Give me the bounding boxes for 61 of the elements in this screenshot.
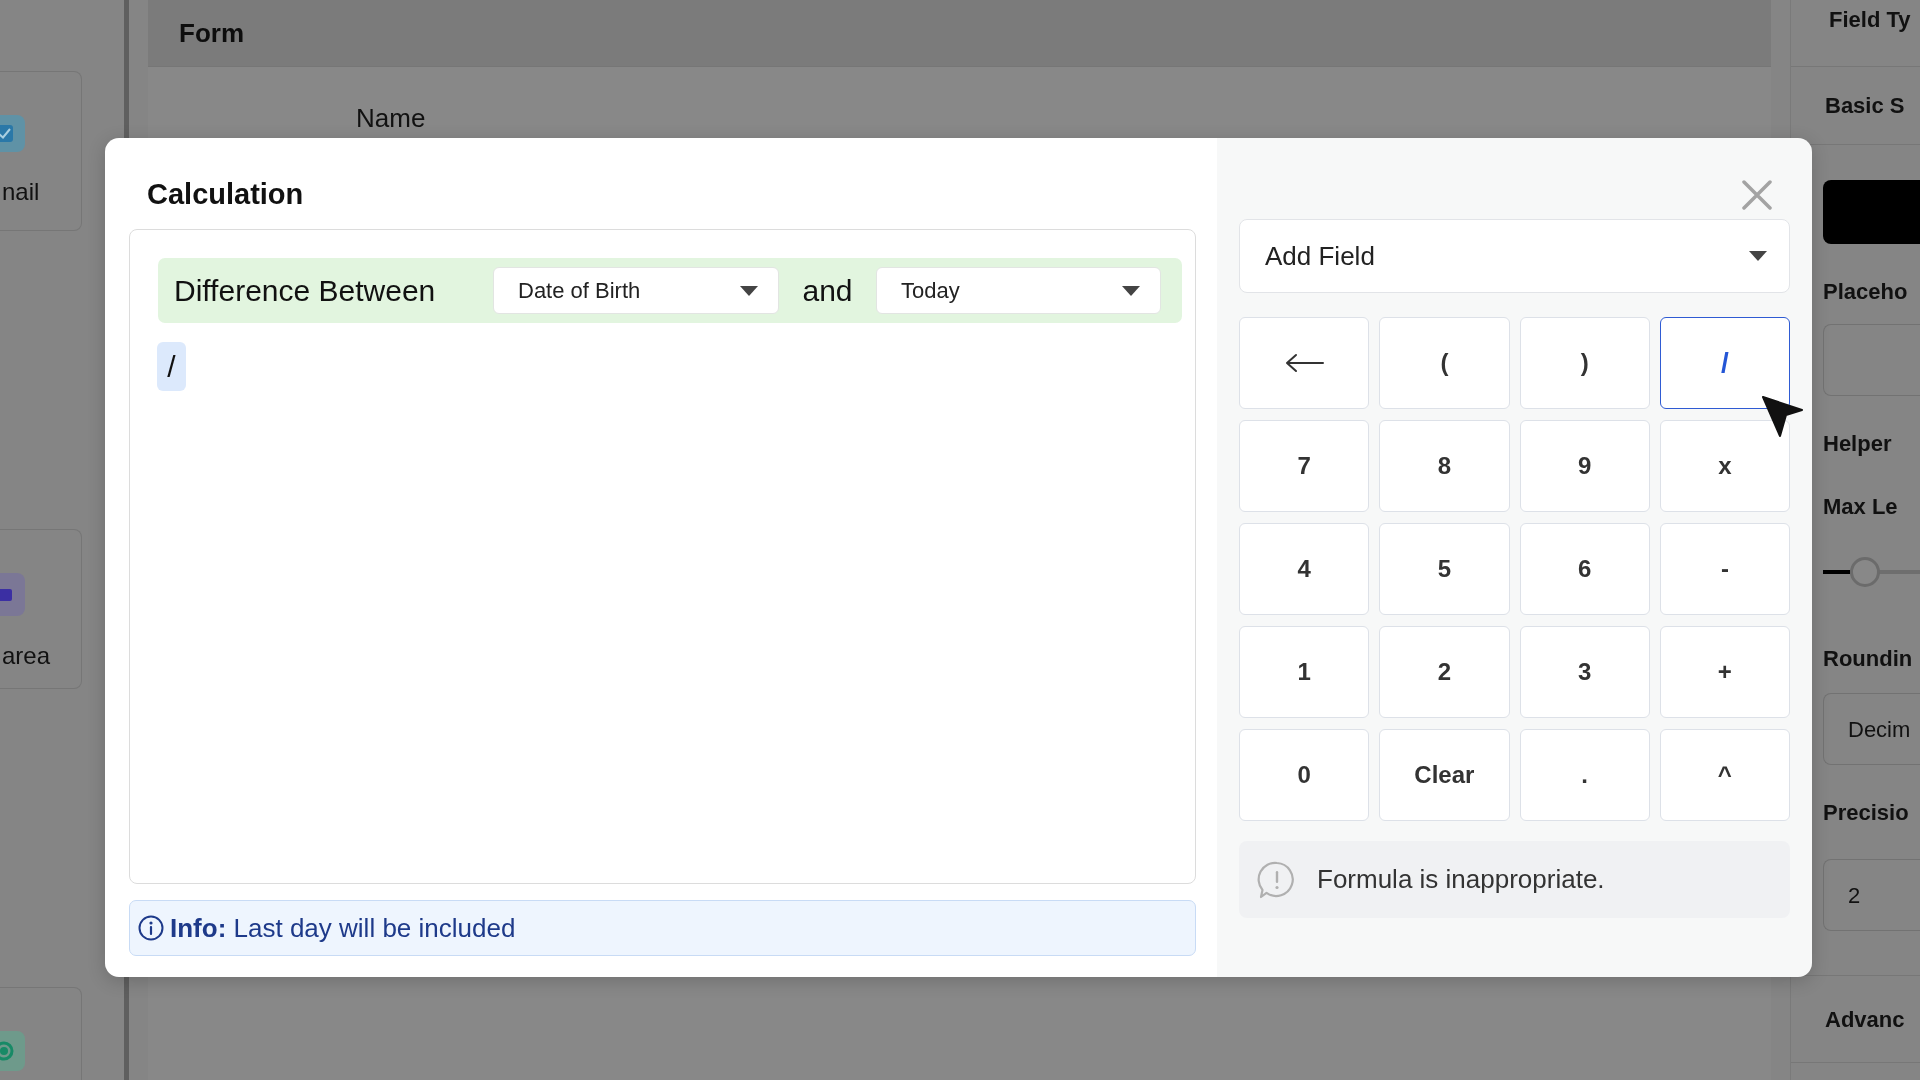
action-button[interactable]: [1823, 180, 1920, 244]
section-title: Basic S: [1825, 92, 1905, 120]
close-icon: [1742, 180, 1772, 210]
field-type-label: nail: [1, 178, 40, 206]
keypad-key[interactable]: 5: [1379, 523, 1510, 615]
backspace-key[interactable]: [1239, 317, 1370, 409]
message-text: Formula is inappropriate.: [1317, 863, 1605, 896]
checkbox-tile-icon: [0, 115, 25, 152]
function-label: Difference Between: [174, 273, 436, 309]
field-type-label: area: [1, 642, 51, 670]
keypad-key[interactable]: 8: [1379, 420, 1510, 512]
info-text: Info: Last day will be included: [170, 911, 516, 945]
close-button[interactable]: [1742, 180, 1772, 210]
keypad-key[interactable]: ^: [1659, 729, 1790, 821]
dialog-title: Calculation: [147, 177, 304, 212]
field-dropdown[interactable]: Date of Birth: [493, 267, 779, 314]
keypad-key[interactable]: .: [1519, 729, 1650, 821]
keypad-key[interactable]: ): [1519, 317, 1650, 409]
setting-label: Roundin: [1823, 645, 1914, 673]
caret-icon: [1122, 285, 1140, 296]
form-title: Form: [179, 16, 244, 50]
slider-track[interactable]: [1823, 557, 1920, 587]
select-field[interactable]: Decim: [1823, 693, 1920, 765]
joiner-label: and: [802, 273, 853, 309]
field-type-card[interactable]: nail: [0, 71, 82, 231]
panel-title: Field Ty: [1829, 6, 1912, 34]
keypad-key[interactable]: x: [1659, 420, 1790, 512]
keypad-key[interactable]: 2: [1379, 626, 1510, 718]
formula-token[interactable]: /: [157, 342, 186, 391]
setting-label: Helper: [1823, 430, 1893, 458]
left-arrow-icon: [1284, 353, 1325, 373]
setting-label: Max Le: [1823, 493, 1899, 521]
section-title: Advanc: [1825, 1005, 1905, 1034]
keypad-key[interactable]: (: [1379, 317, 1510, 409]
keypad-key[interactable]: Clear: [1379, 729, 1510, 821]
setting-label: Placeho: [1823, 278, 1909, 306]
text-area-tile-icon: [0, 573, 25, 616]
caret-icon: [740, 285, 758, 296]
mouse-pointer-icon: [1762, 394, 1804, 438]
add-field-dropdown[interactable]: Add Field: [1239, 219, 1790, 293]
info-icon: [138, 915, 164, 941]
radio-tile-icon: [0, 1031, 25, 1071]
field-label: Name: [356, 103, 427, 133]
keypad-key[interactable]: 1: [1239, 626, 1370, 718]
slider-thumb[interactable]: [1850, 557, 1881, 587]
keypad-key[interactable]: 9: [1519, 420, 1650, 512]
keypad-key[interactable]: 3: [1519, 626, 1650, 718]
keypad-key[interactable]: /: [1659, 317, 1790, 409]
keypad-key[interactable]: +: [1659, 626, 1790, 718]
field-dropdown[interactable]: Today: [876, 267, 1161, 314]
keypad-key[interactable]: 4: [1239, 523, 1370, 615]
keypad-key[interactable]: -: [1659, 523, 1790, 615]
formula-editor[interactable]: Difference Between Date of Birth and Today /: [129, 229, 1196, 884]
field-type-card[interactable]: area: [0, 529, 82, 689]
setting-label: Precisio: [1823, 799, 1910, 827]
input-field[interactable]: 2: [1823, 859, 1920, 931]
caret-icon: [1749, 251, 1767, 261]
keypad-key[interactable]: 0: [1239, 729, 1370, 821]
keypad-key[interactable]: 7: [1239, 420, 1370, 512]
keypad-key[interactable]: 6: [1519, 523, 1650, 615]
speech-bubble-alert-icon: [1257, 859, 1297, 900]
